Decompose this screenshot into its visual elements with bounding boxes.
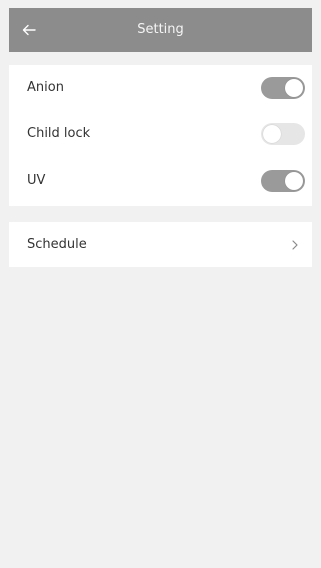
toggle-knob: [285, 172, 303, 190]
toggle-settings-card: Anion Child lock UV: [9, 65, 312, 206]
setting-row-uv: UV: [9, 158, 312, 204]
toggle-knob: [285, 79, 303, 97]
anion-label: Anion: [27, 80, 64, 95]
anion-toggle[interactable]: [261, 77, 305, 99]
schedule-row[interactable]: Schedule: [9, 222, 312, 267]
child-lock-label: Child lock: [27, 126, 91, 141]
page-title: Setting: [137, 22, 184, 37]
setting-row-child-lock: Child lock: [9, 111, 312, 157]
child-lock-toggle[interactable]: [261, 123, 305, 145]
toggle-knob: [263, 125, 281, 143]
uv-label: UV: [27, 173, 46, 188]
setting-row-anion: Anion: [9, 65, 312, 111]
uv-toggle[interactable]: [261, 170, 305, 192]
chevron-right-icon: [292, 240, 298, 250]
header-bar: Setting: [9, 8, 312, 52]
schedule-label: Schedule: [27, 237, 87, 252]
